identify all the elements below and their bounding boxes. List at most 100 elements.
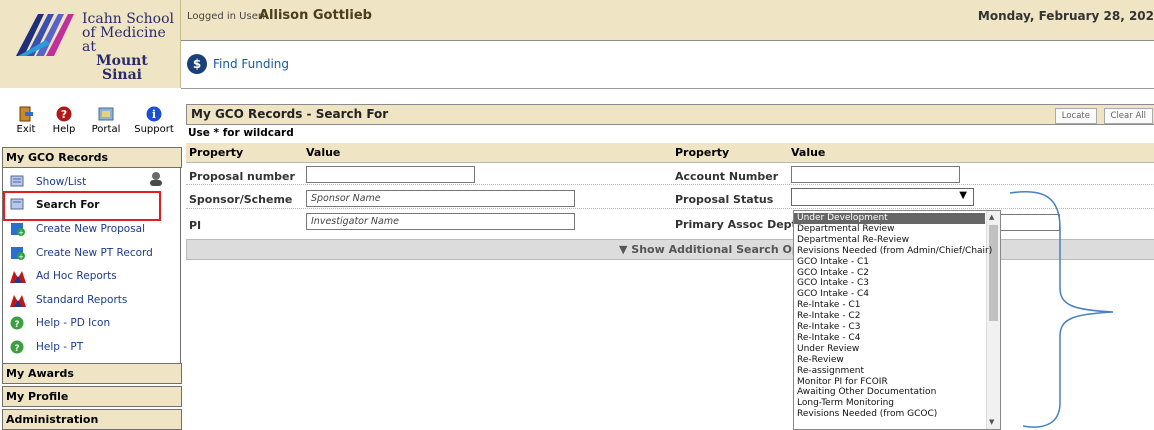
- svg-text:?: ?: [14, 344, 19, 354]
- add-icon: +: [11, 223, 25, 236]
- proposal-number-input[interactable]: [306, 166, 475, 183]
- scroll-thumb[interactable]: [989, 225, 998, 321]
- logo-line2: of Medicine at: [82, 25, 166, 55]
- locate-button[interactable]: Locate: [1054, 108, 1097, 124]
- search-panel-header: My GCO Records - Search For Locate Clear…: [186, 104, 1154, 125]
- dropdown-option[interactable]: Re-Intake - C4: [794, 333, 985, 344]
- logo-line1: Icahn School: [82, 11, 174, 27]
- svg-text:?: ?: [61, 108, 67, 121]
- menu-label-help-pt: Help - PT: [36, 341, 84, 353]
- dropdown-option[interactable]: GCO Intake - C1: [794, 257, 985, 268]
- dropdown-option[interactable]: Revisions Needed (from Admin/Chief/Chair…: [794, 246, 992, 257]
- exit-icon: [19, 106, 33, 122]
- svg-text:?: ?: [14, 320, 19, 330]
- section-my-gco-records[interactable]: My GCO Records: [2, 147, 182, 168]
- add-icon: +: [11, 247, 25, 260]
- current-date: Monday, February 28, 202: [977, 9, 1154, 23]
- find-funding-link[interactable]: Find Funding: [213, 57, 289, 71]
- section-my-profile[interactable]: My Profile: [2, 386, 182, 407]
- dropdown-option[interactable]: Revisions Needed (from GCOC): [794, 409, 985, 420]
- exit-button[interactable]: Exit: [5, 103, 47, 135]
- dropdown-option[interactable]: Under Review: [794, 344, 985, 355]
- portal-button[interactable]: Portal: [85, 103, 127, 135]
- dropdown-option[interactable]: Re-Intake - C2: [794, 311, 985, 322]
- col-property: Property: [189, 146, 244, 159]
- dropdown-option[interactable]: Long-Term Monitoring: [794, 398, 985, 409]
- account-number-input[interactable]: [791, 166, 960, 183]
- proposal-status-options[interactable]: ▲ ▼ Under Development Departmental Review…: [793, 210, 1001, 430]
- dropdown-option[interactable]: Departmental Re-Review: [794, 235, 985, 246]
- dropdown-scrollbar[interactable]: ▲ ▼: [986, 211, 1000, 429]
- menu-item-show-list[interactable]: Show/List: [10, 172, 86, 192]
- pi-label: PI: [189, 219, 202, 232]
- menu-item-create-pt[interactable]: + Create New PT Record: [10, 243, 153, 263]
- menu-label-create-pt: Create New PT Record: [36, 247, 153, 259]
- dropdown-option[interactable]: Re-Intake - C3: [794, 322, 985, 333]
- col-property-2: Property: [675, 146, 730, 159]
- help-label: Help: [52, 124, 76, 135]
- support-label: Support: [134, 124, 174, 135]
- section-my-awards[interactable]: My Awards: [2, 363, 182, 384]
- dropdown-option[interactable]: GCO Intake - C2: [794, 268, 985, 279]
- help-button[interactable]: ? Help: [43, 103, 85, 135]
- menu-item-search-for[interactable]: Search For: [10, 195, 99, 215]
- menu-item-help-pd[interactable]: ? Help - PD Icon: [10, 313, 110, 333]
- dropdown-option[interactable]: Departmental Review: [794, 224, 985, 235]
- toolbar: Exit ? Help Portal i Support: [5, 103, 180, 143]
- dropdown-option[interactable]: Under Development: [794, 213, 985, 224]
- menu-label-search-for: Search For: [36, 199, 100, 211]
- logo-line4: Sinai: [102, 67, 142, 83]
- dropdown-option[interactable]: Awaiting Other Documentation: [794, 387, 985, 398]
- logo-mark-icon: [16, 14, 74, 56]
- col-value-2: Value: [791, 146, 826, 159]
- report-icon: [10, 295, 26, 307]
- find-funding-bar: $ Find Funding: [181, 41, 1154, 89]
- dropdown-option[interactable]: Re-Intake - C1: [794, 300, 985, 311]
- col-value: Value: [306, 146, 341, 159]
- proposal-number-label: Proposal number: [189, 170, 295, 183]
- section-administration[interactable]: Administration: [2, 409, 182, 430]
- info-icon: i: [146, 106, 162, 122]
- dropdown-option[interactable]: Re-Review: [794, 355, 985, 366]
- logo-line3: Mount: [96, 53, 148, 69]
- clear-all-button[interactable]: Clear All: [1103, 108, 1153, 124]
- menu-item-create-proposal[interactable]: + Create New Proposal: [10, 219, 145, 239]
- portal-label: Portal: [91, 124, 121, 135]
- pi-input[interactable]: Investigator Name: [306, 213, 575, 230]
- dollar-icon[interactable]: $: [187, 54, 207, 74]
- dropdown-option[interactable]: GCO Intake - C3: [794, 278, 985, 289]
- dropdown-option[interactable]: GCO Intake - C4: [794, 289, 985, 300]
- report-icon: [10, 271, 26, 283]
- menu-item-standard-reports[interactable]: Standard Reports: [10, 290, 127, 310]
- menu-label-standard-reports: Standard Reports: [36, 294, 128, 306]
- dropdown-option[interactable]: Re-assignment: [794, 366, 985, 377]
- logged-in-label: Logged in User:: [187, 11, 266, 22]
- proposal-status-label: Proposal Status: [675, 193, 774, 206]
- chevron-down-icon: ▼: [959, 190, 967, 201]
- wildcard-hint: Use * for wildcard: [188, 127, 294, 139]
- proposal-status-select[interactable]: ▼: [791, 188, 974, 206]
- svg-text:+: +: [18, 253, 24, 260]
- dropdown-option[interactable]: Monitor PI for FCOIR: [794, 377, 985, 388]
- sponsor-input[interactable]: Sponsor Name: [306, 190, 575, 207]
- support-button[interactable]: i Support: [133, 103, 175, 135]
- primary-dept-label: Primary Assoc Dept: [675, 218, 797, 231]
- column-header-row: Property Value Property Value: [186, 143, 1154, 163]
- logo-text: Icahn School of Medicine at Mount Sinai: [82, 12, 180, 82]
- menu-item-adhoc-reports[interactable]: Ad Hoc Reports: [10, 266, 117, 286]
- person-icon[interactable]: [148, 171, 164, 187]
- menu-item-help-pt[interactable]: ? Help - PT: [10, 337, 83, 357]
- scroll-up-icon[interactable]: ▲: [989, 213, 994, 221]
- brace-annotation: [1009, 191, 1114, 428]
- list-icon: [10, 175, 24, 187]
- menu-label-help-pd: Help - PD Icon: [36, 317, 111, 329]
- account-number-label: Account Number: [675, 170, 779, 183]
- scroll-down-icon[interactable]: ▼: [989, 418, 994, 426]
- page-title: My GCO Records - Search For: [191, 107, 389, 121]
- logged-in-user: Allison Gottlieb: [259, 8, 372, 23]
- row-divider: [186, 184, 1154, 185]
- search-record-icon: [10, 198, 24, 210]
- menu-label-adhoc-reports: Ad Hoc Reports: [36, 270, 117, 282]
- institution-logo: Icahn School of Medicine at Mount Sinai: [0, 0, 181, 88]
- menu-label-create-proposal: Create New Proposal: [36, 223, 146, 235]
